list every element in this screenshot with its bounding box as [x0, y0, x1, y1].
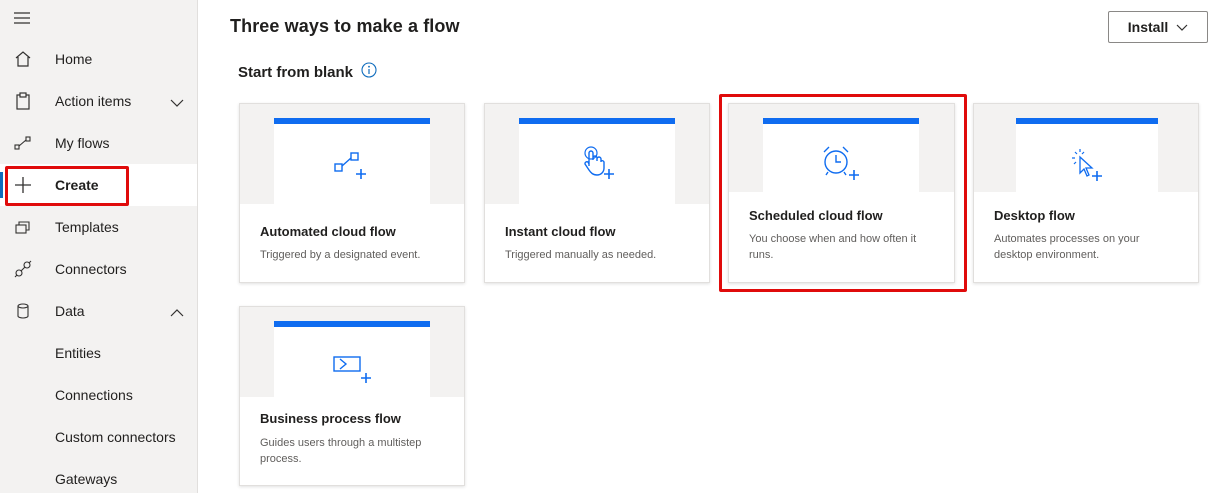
nav-label: Gateways	[55, 471, 118, 487]
clipboard-icon	[14, 92, 32, 110]
card-business-process-flow[interactable]: Business process flow Guides users throu…	[239, 306, 465, 486]
card-paper	[519, 118, 675, 204]
card-illustration	[240, 307, 464, 397]
nav-item-data[interactable]: Data	[0, 290, 197, 332]
section-title: Start from blank	[238, 62, 377, 82]
flow-icon	[14, 134, 32, 152]
hamburger-menu-icon[interactable]	[13, 10, 31, 26]
card-title: Instant cloud flow	[505, 224, 616, 239]
card-paper	[763, 118, 919, 192]
nav-item-custom-connectors[interactable]: Custom connectors	[0, 416, 197, 458]
nav-label: Connectors	[55, 261, 127, 277]
nav-item-create[interactable]: Create	[0, 164, 197, 206]
card-illustration	[240, 104, 464, 204]
cursor-click-icon	[1072, 149, 1102, 181]
card-title: Desktop flow	[994, 208, 1075, 223]
nav-item-my-flows[interactable]: My flows	[0, 122, 197, 164]
install-button[interactable]: Install	[1108, 11, 1208, 43]
plus-icon	[14, 176, 32, 194]
alarm-clock-icon	[823, 146, 859, 180]
nav-label: Data	[55, 303, 85, 319]
nav-item-templates[interactable]: Templates	[0, 206, 197, 248]
card-paper	[274, 321, 430, 397]
card-description: Automates processes on your desktop envi…	[994, 233, 1140, 261]
info-icon[interactable]	[361, 62, 377, 82]
card-scheduled-cloud-flow[interactable]: Scheduled cloud flow You choose when and…	[728, 103, 955, 283]
nav-item-connectors[interactable]: Connectors	[0, 248, 197, 290]
chevron-down-icon[interactable]	[170, 95, 184, 107]
card-paper	[274, 118, 430, 204]
nav-label: My flows	[55, 135, 110, 151]
active-indicator	[0, 172, 3, 198]
card-instant-cloud-flow[interactable]: Instant cloud flow Triggered manually as…	[484, 103, 710, 283]
automated-flow-icon	[334, 152, 366, 179]
home-icon	[14, 50, 32, 68]
page-title: Three ways to make a flow	[230, 16, 460, 36]
main-content: Three ways to make a flow Install Start …	[198, 0, 1210, 493]
card-description: Triggered by a designated event.	[260, 249, 421, 261]
nav-item-home[interactable]: Home	[0, 38, 197, 80]
nav-item-gateways[interactable]: Gateways	[0, 458, 197, 493]
card-illustration	[974, 104, 1198, 192]
card-title: Scheduled cloud flow	[749, 208, 883, 223]
card-illustration	[729, 104, 954, 192]
nav-label: Templates	[55, 219, 119, 235]
process-icon	[333, 356, 371, 383]
card-title: Automated cloud flow	[260, 224, 396, 239]
chevron-down-icon	[1176, 19, 1188, 35]
card-illustration	[485, 104, 709, 204]
install-label: Install	[1127, 19, 1169, 35]
card-desktop-flow[interactable]: Desktop flow Automates processes on your…	[973, 103, 1199, 283]
chevron-up-icon[interactable]	[170, 305, 184, 317]
nav-label: Home	[55, 51, 93, 67]
nav-label: Create	[55, 177, 99, 193]
nav-item-action-items[interactable]: Action items	[0, 80, 197, 122]
card-title: Business process flow	[260, 411, 401, 426]
card-paper	[1016, 118, 1158, 192]
card-description: Guides users through a multistep process…	[260, 437, 422, 465]
nav-item-entities[interactable]: Entities	[0, 332, 197, 374]
card-description: Triggered manually as needed.	[505, 249, 657, 261]
nav-label: Entities	[55, 345, 101, 361]
database-icon	[14, 302, 32, 320]
templates-icon	[14, 218, 32, 236]
touch-icon	[584, 146, 614, 179]
connector-icon	[14, 260, 32, 278]
card-description: You choose when and how often it runs.	[749, 233, 917, 261]
left-nav: Home Action items My flows Create Templa…	[0, 0, 198, 493]
nav-label: Action items	[55, 93, 132, 109]
nav-label: Connections	[55, 387, 133, 403]
card-automated-cloud-flow[interactable]: Automated cloud flow Triggered by a desi…	[239, 103, 465, 283]
nav-label: Custom connectors	[55, 429, 176, 445]
nav-item-connections[interactable]: Connections	[0, 374, 197, 416]
section-title-text: Start from blank	[238, 63, 354, 81]
